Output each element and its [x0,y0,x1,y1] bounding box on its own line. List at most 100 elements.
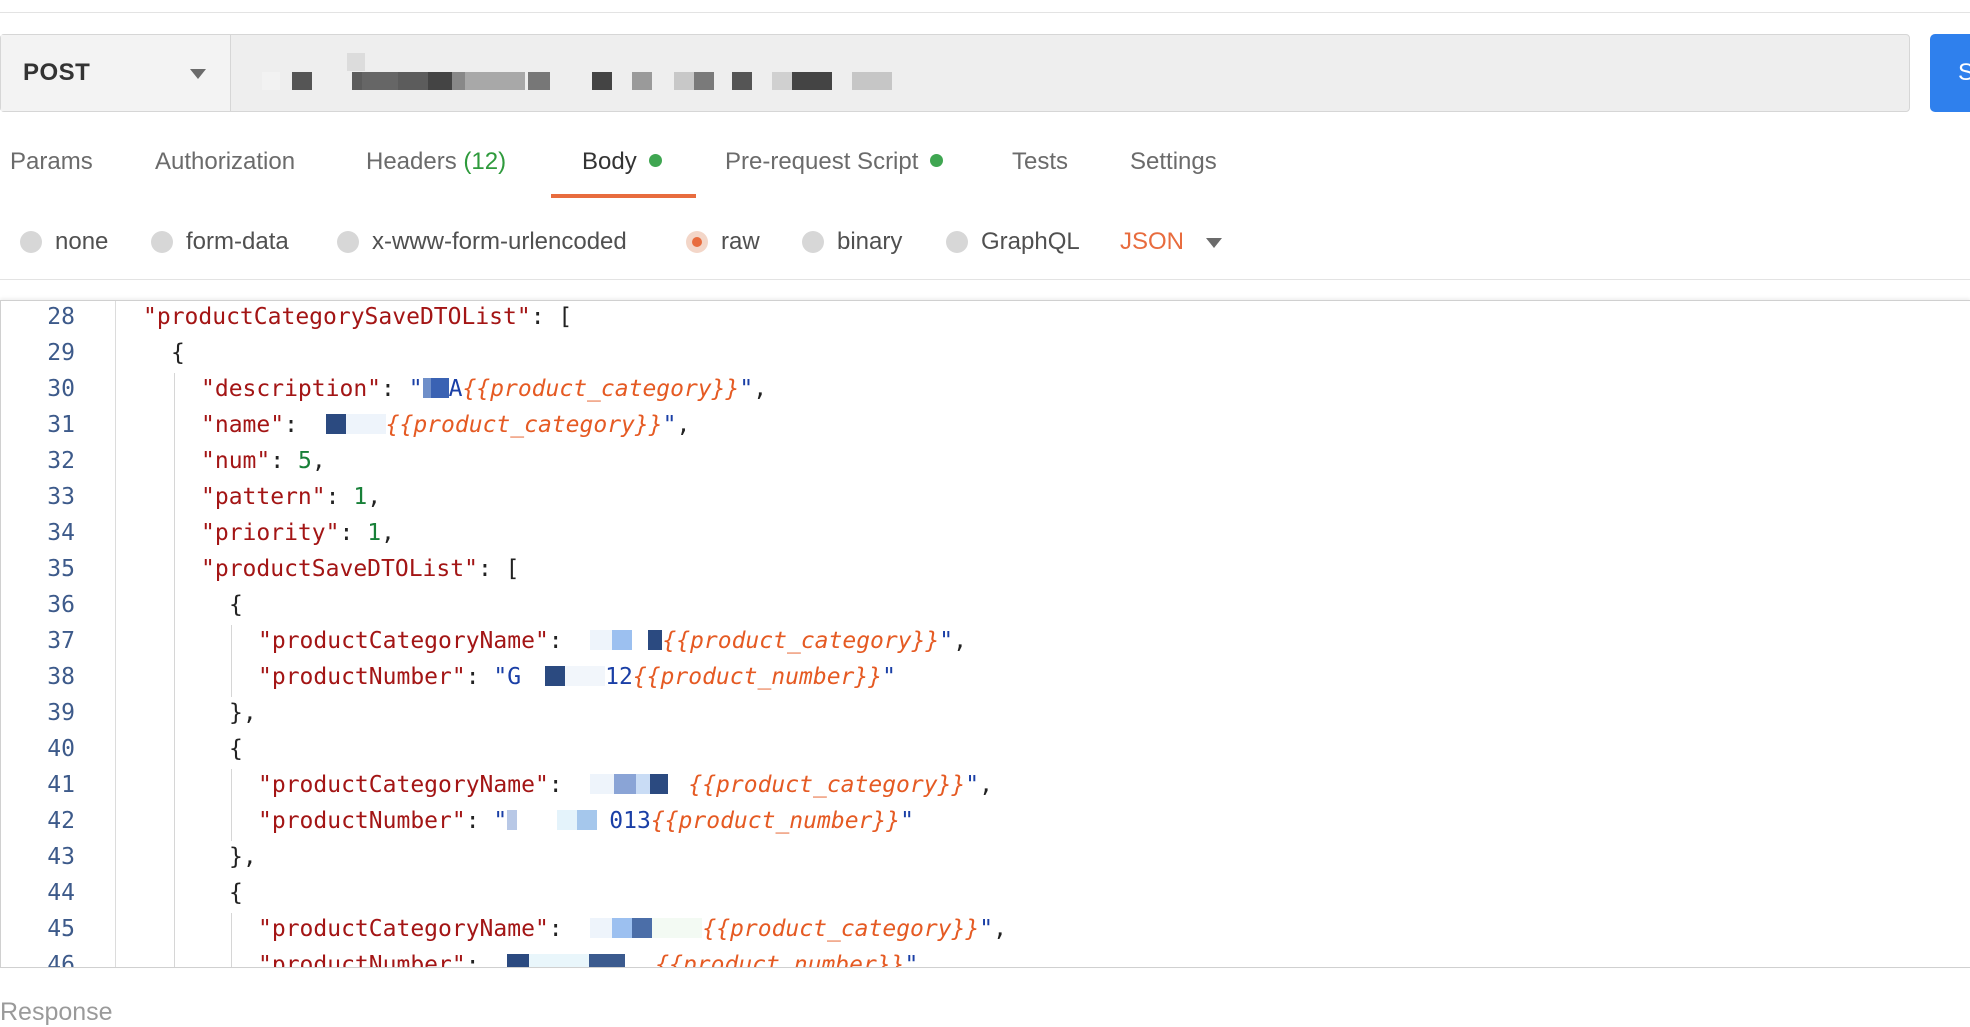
redacted-block [650,774,669,794]
divider [0,279,1970,280]
code-line: "productNumber": "G 12{{product_number}}" [258,664,896,690]
code-line: "productSaveDTOList": [ [201,556,520,582]
json-key: "productCategoryName" [258,916,549,942]
radio-icon [20,231,42,253]
send-button[interactable]: S [1930,34,1970,112]
code-area: "productCategorySaveDTOList": [ { "descr… [1,301,1970,967]
json-template-variable: {{product_number}} [655,952,905,968]
redacted-block [632,72,652,90]
json-template-variable: {{product_category}} [702,916,980,942]
redacted-block [625,954,656,967]
redacted-block [632,630,649,650]
redacted-block [325,414,346,434]
json-key: "pattern" [201,484,326,510]
radio-icon [946,231,968,253]
tab-params[interactable]: Params [10,148,93,176]
redacted-block [292,72,312,90]
tab-tests[interactable]: Tests [1012,148,1068,176]
redacted-block [529,954,590,967]
radio-icon [337,231,359,253]
json-key: "description" [201,376,382,402]
radio-graphql[interactable]: GraphQL [946,222,1080,262]
radio-icon [802,231,824,253]
redacted-block [517,810,558,830]
json-number: 1 [367,520,382,546]
json-string-close: " [662,412,677,438]
json-key: "productCategorySaveDTOList" [143,304,531,330]
method-label: POST [23,59,91,86]
radio-x-www-form-urlencoded[interactable]: x-www-form-urlencoded [337,222,627,262]
code-line: { [229,592,243,618]
top-divider [0,12,1970,13]
redacted-block [636,774,651,794]
json-key: "productCategoryName" [258,628,549,654]
body-editor[interactable]: 28 29 30 31 32 33 34 35 36 37 38 39 40 4… [0,300,1970,968]
json-template-variable: {{product_category}} [662,628,940,654]
radio-form-data[interactable]: form-data [151,222,289,262]
method-select[interactable]: POST [1,35,231,111]
redacted-block [852,72,892,90]
redacted-block [772,72,792,90]
redacted-block [590,774,615,794]
redacted-block [612,918,633,938]
body-type-selector: none form-data x-www-form-urlencoded raw… [0,222,1970,262]
redacted-block [732,72,752,90]
redacted-block [521,666,546,686]
redacted-block [592,72,612,90]
url-input[interactable] [232,35,1909,111]
radio-none[interactable]: none [20,222,108,262]
json-string-close: " [939,628,954,654]
request-tabs: Params Authorization Headers (12) Body P… [0,148,1970,200]
redacted-block [507,810,518,830]
chevron-down-icon [190,69,206,79]
json-string-close: " [965,772,980,798]
redacted-block [422,378,431,398]
json-key: "name" [201,412,285,438]
radio-label: form-data [186,228,289,255]
tab-authorization[interactable]: Authorization [155,148,295,176]
tab-pre-request-script[interactable]: Pre-request Script [725,148,944,176]
radio-raw[interactable]: raw [686,222,760,262]
radio-selected-icon [686,231,708,253]
tab-body[interactable]: Body [582,148,662,176]
json-template-variable: {{product_number}} [632,664,883,690]
redacted-block [557,810,578,830]
tab-headers[interactable]: Headers (12) [366,148,506,176]
tab-label: Settings [1130,148,1217,175]
json-number: 1 [353,484,368,510]
code-line: }, [229,844,257,870]
headers-count-badge: (12) [463,148,507,175]
code-line: }, [229,700,257,726]
redacted-block [507,954,530,967]
chevron-down-icon[interactable] [1206,238,1222,248]
code-line: "productNumber": {{product_number}}" [258,952,918,968]
json-string-close: " [739,376,754,402]
json-string-close: " [979,916,994,942]
redacted-block [589,954,626,967]
redacted-block [590,630,613,650]
json-key: "productSaveDTOList" [201,556,478,582]
json-number: 5 [297,448,312,474]
response-section-label[interactable]: Response [0,998,113,1027]
radio-binary[interactable]: binary [802,222,902,262]
code-line: { [171,340,185,366]
radio-label: raw [721,228,760,255]
indent-guide [231,625,232,697]
tab-label: Body [582,148,637,175]
indent-guide [231,913,232,967]
indent-guide [231,769,232,841]
json-string-value: 12 [605,664,633,690]
json-template-variable: {{product_category}} [688,772,966,798]
language-select[interactable]: JSON [1120,222,1184,262]
active-tab-indicator [551,194,696,198]
json-template-variable: {{product_category}} [462,376,740,402]
tab-label: Pre-request Script [725,148,919,175]
redacted-block [262,72,280,90]
redacted-block [612,630,633,650]
tab-settings[interactable]: Settings [1130,148,1217,176]
code-line: { [229,880,243,906]
code-line: "productCategoryName": {{product_categor… [258,916,1008,942]
redacted-block [652,918,703,938]
tab-label: Params [10,148,93,175]
json-key: "num" [201,448,271,474]
